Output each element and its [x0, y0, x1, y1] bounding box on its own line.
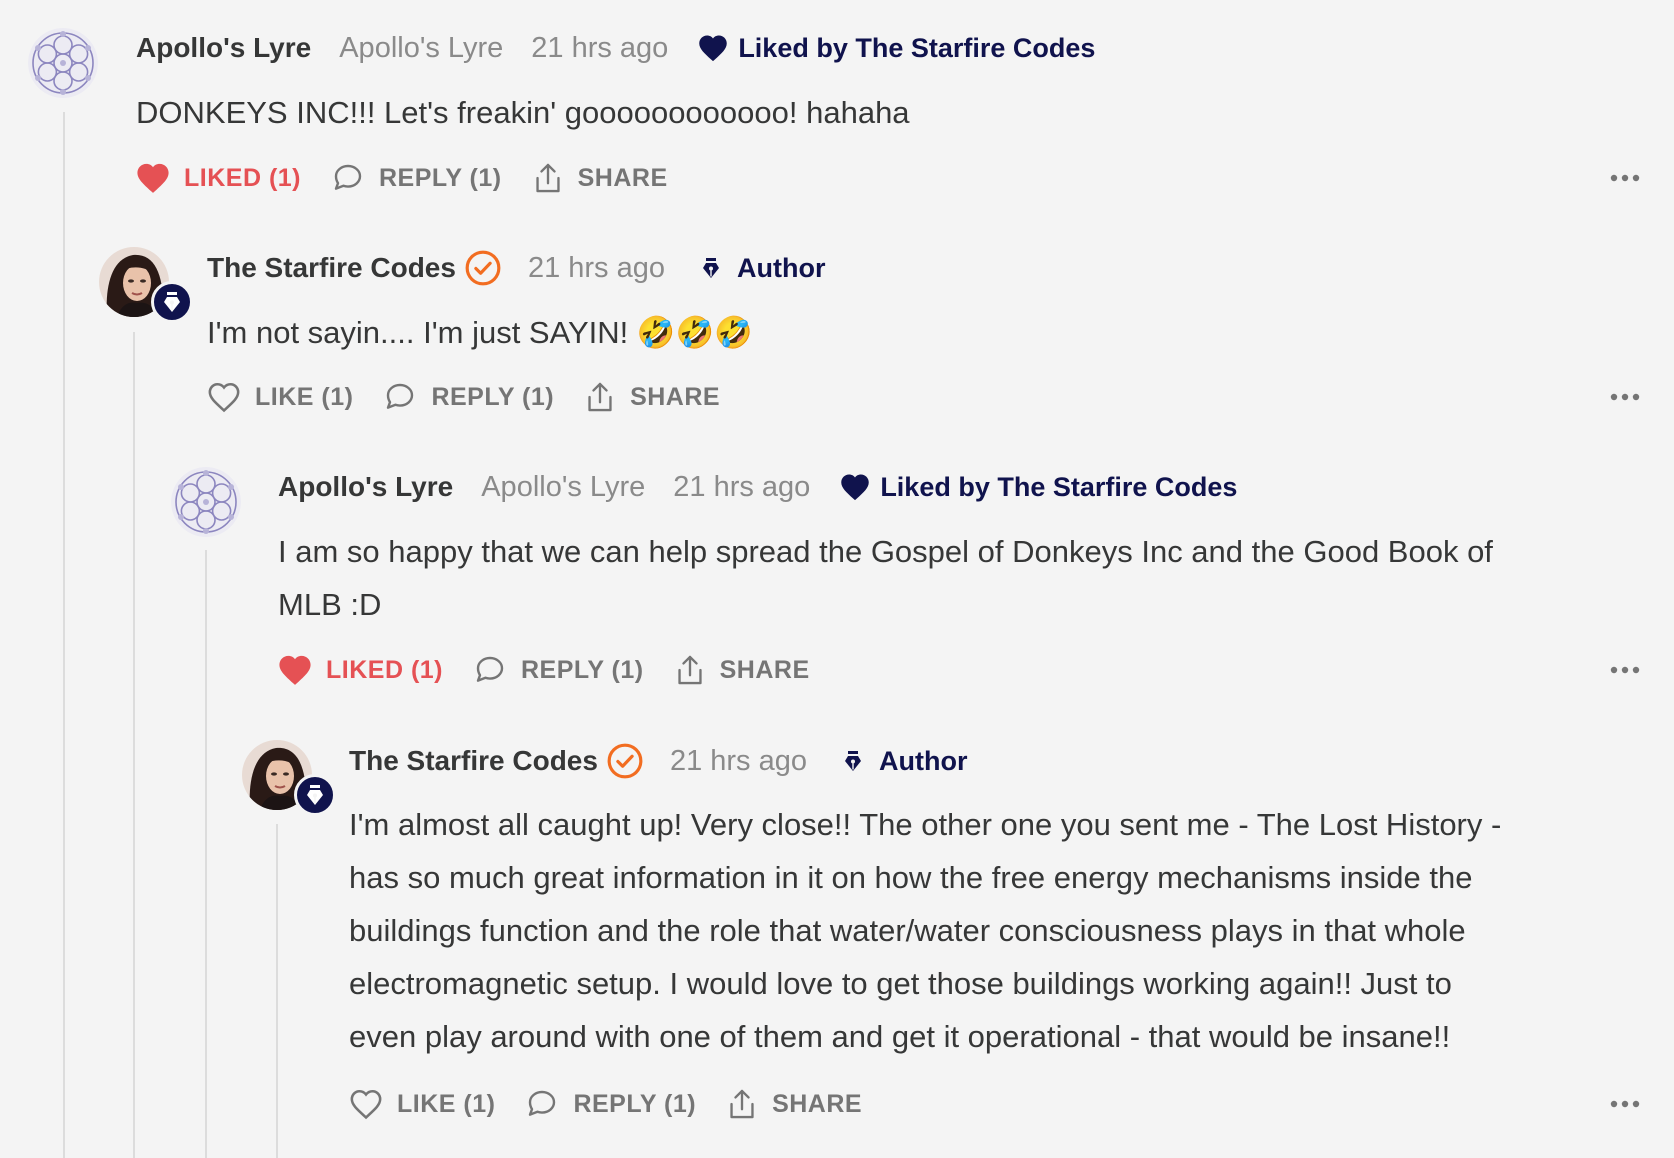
comment-body: I am so happy that we can help spread th… [278, 525, 1658, 631]
heart-icon [699, 35, 728, 62]
comment-body-line: buildings function and the role that wat… [349, 913, 1466, 948]
thread-line [276, 824, 278, 1158]
heart-filled-icon [137, 163, 169, 193]
share-icon [730, 1089, 754, 1119]
reply-button[interactable]: REPLY (1) [525, 1088, 696, 1120]
comment-body-line: even play around with one of them and ge… [349, 1019, 1451, 1054]
commenter-name[interactable]: Apollo's Lyre [278, 471, 453, 503]
thread-line [63, 112, 65, 1158]
reply-button[interactable]: REPLY (1) [383, 381, 554, 413]
commenter-name[interactable]: The Starfire Codes [207, 252, 456, 284]
like-label: LIKE (1) [255, 382, 354, 411]
avatar[interactable] [28, 28, 98, 98]
comment-body-line: I am so happy that we can help spread th… [278, 534, 1493, 569]
share-icon [535, 163, 560, 193]
comment-actions: LIKE (1) REPLY (1) SHARE [207, 377, 750, 417]
comment-timestamp[interactable]: 21 hrs ago [531, 32, 668, 65]
like-button[interactable]: LIKED (1) [278, 654, 443, 686]
author-label: Author [737, 252, 826, 283]
comment-timestamp[interactable]: 21 hrs ago [528, 252, 665, 285]
author-tag: Author [841, 746, 967, 777]
share-label: SHARE [577, 163, 668, 192]
author-label: Author [879, 745, 968, 776]
share-label: SHARE [719, 655, 810, 684]
like-label: LIKED (1) [326, 655, 443, 684]
comment-body: I'm not sayin.... I'm just SAYIN! 🤣🤣🤣 [207, 315, 753, 350]
share-button[interactable]: SHARE [584, 380, 720, 414]
thread-line [133, 332, 135, 1158]
commenter-handle[interactable]: Apollo's Lyre [481, 471, 645, 504]
author-badge-icon [294, 774, 336, 816]
mandala-avatar-icon [28, 28, 98, 98]
avatar[interactable] [99, 247, 193, 323]
verified-check-icon [606, 742, 644, 780]
speech-bubble-icon [476, 656, 504, 682]
share-icon [677, 655, 702, 685]
comment-actions: LIKED (1) REPLY (1) SHARE [278, 650, 840, 690]
share-button[interactable]: SHARE [674, 653, 810, 687]
comment-body-line: MLB :D [278, 587, 382, 622]
share-icon [588, 382, 612, 412]
ellipsis-icon [1610, 174, 1640, 182]
heart-outline-icon [350, 1089, 382, 1120]
like-button[interactable]: LIKE (1) [349, 1088, 495, 1120]
comment-body-line: has so much great information in it on h… [349, 860, 1473, 895]
liked-by-label: Liked by The Starfire Codes [738, 32, 1096, 63]
comment-actions: LIKE (1) REPLY (1) SHARE [349, 1084, 892, 1124]
like-label: LIKED (1) [184, 163, 301, 192]
share-button[interactable]: SHARE [532, 161, 668, 195]
commenter-name[interactable]: The Starfire Codes [349, 745, 598, 777]
speech-bubble-icon [387, 383, 414, 409]
mandala-avatar-icon [171, 467, 241, 537]
comment-body-line: I'm almost all caught up! Very close!! T… [349, 807, 1502, 842]
more-options-button[interactable] [1610, 377, 1640, 417]
comment-body-line: electromagnetic setup. I would love to g… [349, 966, 1452, 1001]
like-button[interactable]: LIKED (1) [136, 162, 301, 194]
author-tag: Author [699, 253, 825, 284]
reply-button[interactable]: REPLY (1) [331, 162, 502, 194]
ellipsis-icon [1610, 393, 1640, 401]
liked-by-author: Liked by The Starfire Codes [698, 33, 1095, 64]
ellipsis-icon [1610, 1100, 1640, 1108]
comment-timestamp[interactable]: 21 hrs ago [673, 471, 810, 504]
commenter-handle[interactable]: Apollo's Lyre [339, 32, 503, 65]
reply-label: REPLY (1) [521, 655, 644, 684]
fountain-pen-icon [841, 746, 865, 776]
share-label: SHARE [630, 382, 721, 411]
speech-bubble-icon [334, 164, 362, 190]
comment-meta: Apollo's Lyre Apollo's Lyre 21 hrs ago L… [136, 28, 1095, 68]
reply-label: REPLY (1) [379, 163, 502, 192]
speech-bubble-icon [529, 1090, 556, 1116]
avatar[interactable] [171, 467, 241, 537]
more-options-button[interactable] [1610, 650, 1640, 690]
more-options-button[interactable] [1610, 158, 1640, 198]
commenter-name[interactable]: Apollo's Lyre [136, 32, 311, 64]
author-badge-icon [151, 281, 193, 323]
liked-by-label: Liked by The Starfire Codes [880, 471, 1238, 502]
like-label: LIKE (1) [397, 1089, 496, 1118]
heart-icon [841, 474, 870, 501]
reply-label: REPLY (1) [431, 382, 555, 411]
comment-body: I'm almost all caught up! Very close!! T… [349, 798, 1669, 1063]
comment-body: DONKEYS INC!!! Let's freakin' gooooooooo… [136, 95, 910, 130]
comment-actions: LIKED (1) REPLY (1) SHARE [136, 158, 698, 198]
liked-by-author: Liked by The Starfire Codes [840, 472, 1237, 503]
heart-filled-icon [279, 655, 311, 685]
share-button[interactable]: SHARE [726, 1087, 862, 1121]
more-options-button[interactable] [1610, 1084, 1640, 1124]
thread-line [205, 550, 207, 1158]
fountain-pen-icon [699, 253, 723, 283]
comment-meta: The Starfire Codes 21 hrs ago Author [349, 741, 967, 781]
like-button[interactable]: LIKE (1) [207, 381, 353, 413]
comment-meta: The Starfire Codes 21 hrs ago Author [207, 248, 825, 288]
verified-check-icon [464, 249, 502, 287]
share-label: SHARE [772, 1089, 863, 1118]
heart-outline-icon [208, 382, 240, 413]
reply-button[interactable]: REPLY (1) [473, 654, 644, 686]
comment-timestamp[interactable]: 21 hrs ago [670, 745, 807, 778]
avatar[interactable] [242, 740, 336, 816]
comment-meta: Apollo's Lyre Apollo's Lyre 21 hrs ago L… [278, 467, 1237, 507]
ellipsis-icon [1610, 666, 1640, 674]
reply-label: REPLY (1) [573, 1089, 697, 1118]
